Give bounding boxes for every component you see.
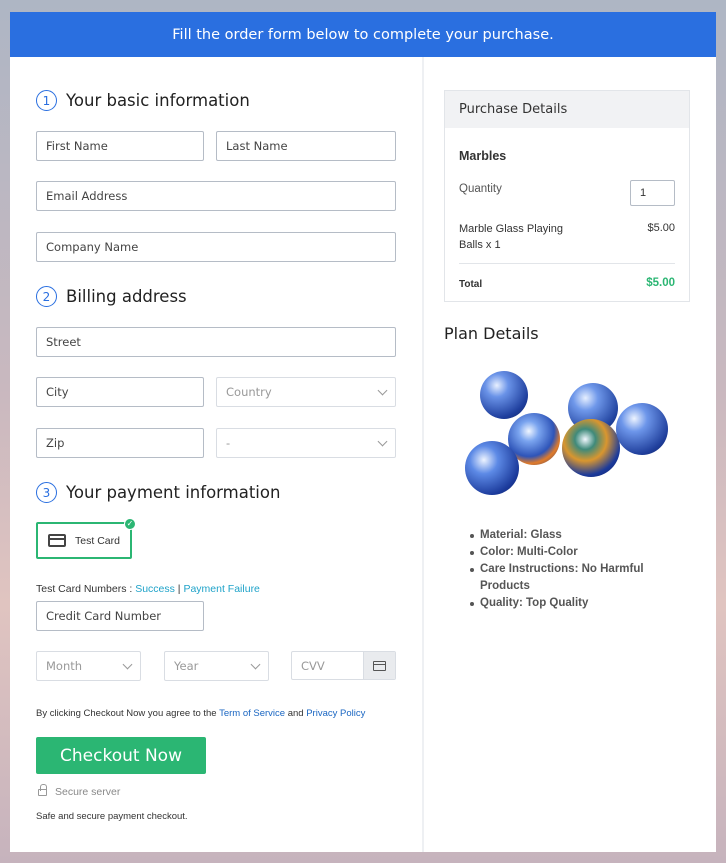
- feature-item: Quality: Top Quality: [470, 595, 660, 612]
- feature-item: Material: Glass: [470, 527, 660, 544]
- checkmark-icon: ✓: [124, 518, 136, 530]
- month-select[interactable]: Month: [36, 651, 141, 681]
- lock-icon: [38, 783, 47, 796]
- purchase-details-panel: Purchase Details Marbles Quantity 1 Marb…: [444, 90, 690, 302]
- billing-title: Billing address: [66, 287, 187, 306]
- zip-input[interactable]: Zip: [36, 428, 204, 458]
- country-select[interactable]: Country: [216, 377, 396, 407]
- terms-prefix: By clicking Checkout Now you agree to th…: [36, 708, 220, 719]
- payment-heading: 3 Your payment information: [36, 482, 280, 503]
- last-name-input[interactable]: Last Name: [216, 131, 396, 161]
- chevron-down-icon: [122, 659, 133, 670]
- item-name-line1: Marble Glass Playing: [459, 223, 563, 235]
- plan-features-list: Material: Glass Color: Multi-Color Care …: [470, 527, 660, 612]
- feature-item: Care Instructions: No Harmful Products: [470, 561, 660, 595]
- item-name-line2: Balls x 1: [459, 239, 501, 251]
- marbles-image: [450, 361, 670, 501]
- total-value: $5.00: [646, 277, 675, 289]
- chevron-down-icon: [250, 659, 261, 670]
- billing-heading: 2 Billing address: [36, 286, 187, 307]
- company-input[interactable]: Company Name: [36, 232, 396, 262]
- payment-title: Your payment information: [66, 483, 281, 502]
- terms-of-service-link[interactable]: Term of Service: [219, 708, 285, 719]
- secure-server-label: Secure server: [55, 786, 121, 798]
- purchase-details-header: Purchase Details: [445, 91, 689, 128]
- quantity-label: Quantity: [459, 183, 502, 195]
- city-placeholder: City: [46, 385, 69, 399]
- total-divider: [459, 263, 675, 264]
- card-number-placeholder: Credit Card Number: [46, 609, 161, 623]
- terms-and: and: [285, 708, 307, 719]
- state-select[interactable]: -: [216, 428, 396, 458]
- test-card-option[interactable]: Test Card ✓: [36, 518, 136, 559]
- payment-failure-link[interactable]: Payment Failure: [183, 583, 259, 595]
- privacy-policy-link[interactable]: Privacy Policy: [306, 708, 365, 719]
- zip-placeholder: Zip: [46, 436, 65, 450]
- secure-server: Secure server: [38, 783, 121, 798]
- cvv-input[interactable]: CVV: [291, 651, 396, 680]
- credit-card-icon: [48, 534, 67, 547]
- basic-info-heading: 1 Your basic information: [36, 90, 250, 111]
- step-1-icon: 1: [36, 90, 57, 111]
- item-name: Marble Glass Playing Balls x 1: [459, 221, 563, 253]
- quantity-value: 1: [640, 187, 647, 199]
- step-2-icon: 2: [36, 286, 57, 307]
- test-numbers-label: Test Card Numbers :: [36, 583, 136, 595]
- test-card-numbers: Test Card Numbers : Success | Payment Fa…: [36, 583, 260, 595]
- safe-checkout-note: Safe and secure payment checkout.: [36, 811, 188, 822]
- state-placeholder: -: [226, 436, 231, 450]
- quantity-input[interactable]: 1: [630, 180, 675, 206]
- month-placeholder: Month: [46, 659, 83, 673]
- total-label: Total: [459, 279, 483, 290]
- plan-details-title: Plan Details: [444, 324, 539, 343]
- last-name-placeholder: Last Name: [226, 139, 288, 153]
- marble: [480, 371, 528, 419]
- basic-info-title: Your basic information: [66, 91, 250, 110]
- column-divider: [422, 57, 424, 852]
- marble: [616, 403, 668, 455]
- success-link[interactable]: Success: [135, 583, 175, 595]
- feature-item: Color: Multi-Color: [470, 544, 660, 561]
- top-banner: Fill the order form below to complete yo…: [10, 12, 716, 57]
- year-placeholder: Year: [174, 659, 199, 673]
- card-icon: [363, 652, 395, 679]
- chevron-down-icon: [377, 436, 388, 447]
- cvv-placeholder: CVV: [301, 658, 325, 673]
- marble: [562, 419, 620, 477]
- year-select[interactable]: Year: [164, 651, 269, 681]
- first-name-input[interactable]: First Name: [36, 131, 204, 161]
- terms-text: By clicking Checkout Now you agree to th…: [36, 708, 365, 719]
- email-placeholder: Email Address: [46, 189, 128, 203]
- product-title: Marbles: [459, 149, 507, 163]
- marble: [465, 441, 519, 495]
- company-placeholder: Company Name: [46, 240, 139, 254]
- street-placeholder: Street: [46, 335, 81, 349]
- country-placeholder: Country: [226, 385, 272, 399]
- card-number-input[interactable]: Credit Card Number: [36, 601, 204, 631]
- email-input[interactable]: Email Address: [36, 181, 396, 211]
- banner-text: Fill the order form below to complete yo…: [172, 26, 554, 43]
- checkout-card: 1 Your basic information First Name Last…: [10, 57, 716, 852]
- city-input[interactable]: City: [36, 377, 204, 407]
- test-card-label: Test Card: [75, 534, 120, 547]
- step-3-icon: 3: [36, 482, 57, 503]
- chevron-down-icon: [377, 385, 388, 396]
- checkout-now-button[interactable]: Checkout Now: [36, 737, 206, 774]
- street-input[interactable]: Street: [36, 327, 396, 357]
- item-price: $5.00: [647, 222, 675, 234]
- first-name-placeholder: First Name: [46, 139, 108, 153]
